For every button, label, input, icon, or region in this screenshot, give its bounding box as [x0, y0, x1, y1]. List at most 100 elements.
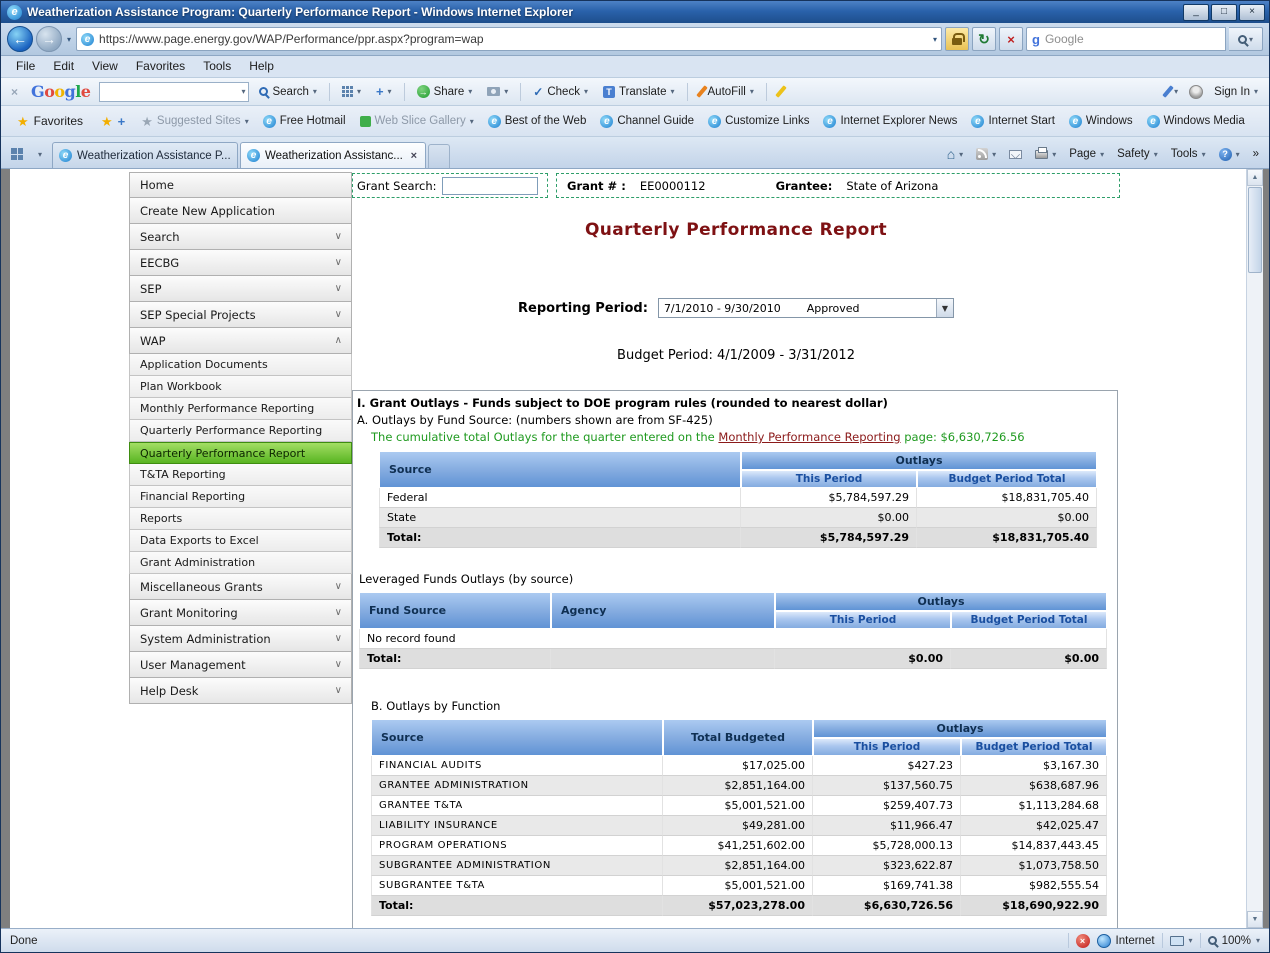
favorites-item-web-slice-gallery[interactable]: Web Slice Gallery▾ — [354, 111, 480, 131]
page-menu[interactable]: Page▾ — [1064, 145, 1109, 163]
sidebar-item-plan-workbook[interactable]: Plan Workbook — [129, 376, 352, 398]
select-dropdown-icon[interactable]: ▼ — [936, 299, 953, 317]
print-button[interactable]: ▾ — [1030, 147, 1061, 162]
scroll-up-button[interactable]: ▲ — [1247, 169, 1263, 186]
back-button[interactable]: ← — [7, 26, 33, 52]
feeds-button[interactable]: ▾ — [971, 145, 1001, 163]
new-tab-button[interactable] — [428, 144, 450, 168]
search-options-dropdown[interactable]: ▾ — [1249, 35, 1253, 44]
url-field[interactable]: e https://www.page.energy.gov/WAP/Perfor… — [76, 27, 942, 51]
scrollbar-track[interactable] — [1247, 186, 1263, 911]
favorites-item-free-hotmail[interactable]: eFree Hotmail — [257, 111, 352, 132]
sidebar-item-financial-reporting[interactable]: Financial Reporting — [129, 486, 352, 508]
share-button[interactable]: →Share▾ — [412, 82, 478, 101]
favorites-item-ie-news[interactable]: eInternet Explorer News — [817, 111, 963, 132]
add-favorite-button[interactable]: ★+ — [93, 110, 133, 133]
favorites-item-best-of-the-web[interactable]: eBest of the Web — [482, 111, 593, 132]
sidebar-item-wap[interactable]: WAP∧ — [129, 328, 352, 354]
sidebar-item-sep-special-projects[interactable]: SEP Special Projects∨ — [129, 302, 352, 328]
sidebar-item-search[interactable]: Search∨ — [129, 224, 352, 250]
menu-favorites[interactable]: Favorites — [127, 56, 194, 77]
sidebar-item-monthly-performance-reporting[interactable]: Monthly Performance Reporting — [129, 398, 352, 420]
sign-in-button[interactable]: Sign In▾ — [1209, 83, 1263, 101]
sidebar-item-user-management[interactable]: User Management∨ — [129, 652, 352, 678]
security-lock-button[interactable] — [945, 27, 969, 51]
tools-menu[interactable]: Tools▾ — [1166, 145, 1211, 163]
recent-pages-dropdown[interactable]: ▾ — [65, 35, 73, 44]
sidebar-item-application-documents[interactable]: Application Documents — [129, 354, 352, 376]
stop-button[interactable]: × — [999, 27, 1023, 51]
tab-2-active[interactable]: eWeatherization Assistanc...× — [240, 142, 426, 168]
sidebar-item-sep[interactable]: SEP∨ — [129, 276, 352, 302]
monthly-performance-reporting-link[interactable]: Monthly Performance Reporting — [718, 430, 900, 444]
menu-edit[interactable]: Edit — [44, 56, 83, 77]
sidebar-item-reports[interactable]: Reports — [129, 508, 352, 530]
sidebar-item-quarterly-performance-reporting[interactable]: Quarterly Performance Reporting — [129, 420, 352, 442]
tab-list-dropdown[interactable]: ▾ — [29, 143, 51, 165]
reporting-period-select[interactable]: 7/1/2010 - 9/30/2010 Approved ▼ — [658, 298, 954, 318]
favorites-item-windows[interactable]: eWindows — [1063, 111, 1139, 132]
zoom-control[interactable]: 100% ▾ — [1208, 935, 1260, 947]
grant-search-input[interactable] — [442, 177, 538, 195]
close-button[interactable]: × — [1239, 4, 1265, 21]
refresh-button[interactable]: ↻ — [972, 27, 996, 51]
safety-menu[interactable]: Safety▾ — [1112, 145, 1163, 163]
sidebar-item-create-new-application[interactable]: Create New Application — [129, 198, 352, 224]
col-header-budget-period-total[interactable]: Budget Period Total — [961, 738, 1107, 756]
toolbar-search-button[interactable]: Search▾ — [254, 83, 321, 101]
menu-file[interactable]: File — [7, 56, 44, 77]
error-badge-icon[interactable]: × — [1076, 934, 1090, 948]
help-button[interactable]: ?▾ — [1214, 145, 1245, 164]
col-header-this-period[interactable]: This Period — [741, 470, 917, 488]
sidebar-item-eecbg[interactable]: EECBG∨ — [129, 250, 352, 276]
spellcheck-button[interactable]: ✓Check▾ — [528, 82, 593, 102]
instant-search-field[interactable]: g Google — [1026, 27, 1226, 51]
sidebar-item-grant-administration[interactable]: Grant Administration — [129, 552, 352, 574]
toolbar-search-input[interactable]: ▾ — [99, 82, 249, 102]
col-header-this-period[interactable]: This Period — [775, 611, 951, 629]
sidebar-item-quarterly-performance-report-selected[interactable]: Quarterly Performance Report — [129, 442, 352, 464]
toolbar-close-icon[interactable]: × — [7, 85, 22, 99]
menu-view[interactable]: View — [83, 56, 127, 77]
command-overflow-button[interactable]: » — [1248, 145, 1264, 163]
scroll-down-button[interactable]: ▼ — [1247, 911, 1263, 928]
menu-tools[interactable]: Tools — [194, 56, 240, 77]
favorites-item-channel-guide[interactable]: eChannel Guide — [594, 111, 700, 132]
bookmarks-grid-button[interactable]: ▾ — [337, 83, 366, 100]
sidebar-item-tta-reporting[interactable]: T&TA Reporting — [129, 464, 352, 486]
tab-1[interactable]: eWeatherization Assistance P... — [52, 142, 238, 168]
col-header-this-period[interactable]: This Period — [813, 738, 961, 756]
add-gadget-button[interactable]: +▾ — [371, 81, 397, 102]
favorites-item-windows-media[interactable]: eWindows Media — [1141, 111, 1251, 132]
search-go-button[interactable]: ▾ — [1229, 27, 1263, 51]
sidebar-item-data-exports-to-excel[interactable]: Data Exports to Excel — [129, 530, 352, 552]
col-header-budget-period-total[interactable]: Budget Period Total — [951, 611, 1107, 629]
maximize-button[interactable]: □ — [1211, 4, 1237, 21]
toolbar-search-dropdown[interactable]: ▾ — [241, 87, 245, 96]
sidebar-item-system-administration[interactable]: System Administration∨ — [129, 626, 352, 652]
favorites-item-internet-start[interactable]: eInternet Start — [965, 111, 1060, 132]
col-header-budget-period-total[interactable]: Budget Period Total — [917, 470, 1097, 488]
protected-mode-button[interactable]: ▾ — [1170, 936, 1193, 946]
home-button[interactable]: ⌂▾ — [942, 144, 968, 164]
favorites-item-customize-links[interactable]: eCustomize Links — [702, 111, 815, 132]
google-logo[interactable]: Google — [27, 82, 94, 101]
sidebar-item-help-desk[interactable]: Help Desk∨ — [129, 678, 352, 704]
menu-help[interactable]: Help — [240, 56, 283, 77]
photos-button[interactable]: ▾ — [482, 84, 513, 99]
minimize-button[interactable]: _ — [1183, 4, 1209, 21]
favorites-button[interactable]: ★Favorites — [9, 110, 91, 132]
translate-button[interactable]: TTranslate▾ — [598, 83, 680, 101]
vertical-scrollbar[interactable]: ▲ ▼ — [1246, 169, 1263, 928]
tab-close-icon[interactable]: × — [409, 150, 419, 162]
toolbar-settings-button[interactable]: ▾ — [1161, 82, 1183, 101]
forward-button[interactable]: → — [36, 26, 62, 52]
sidebar-item-grant-monitoring[interactable]: Grant Monitoring∨ — [129, 600, 352, 626]
sidebar-item-miscellaneous-grants[interactable]: Miscellaneous Grants∨ — [129, 574, 352, 600]
url-history-dropdown[interactable]: ▾ — [931, 35, 939, 44]
highlighter-button[interactable] — [774, 82, 788, 101]
read-mail-button[interactable] — [1004, 147, 1027, 162]
favorites-item-suggested-sites[interactable]: ★Suggested Sites▾ — [135, 111, 254, 132]
quick-tabs-button[interactable] — [6, 143, 28, 165]
sidebar-item-home[interactable]: Home — [129, 172, 352, 198]
